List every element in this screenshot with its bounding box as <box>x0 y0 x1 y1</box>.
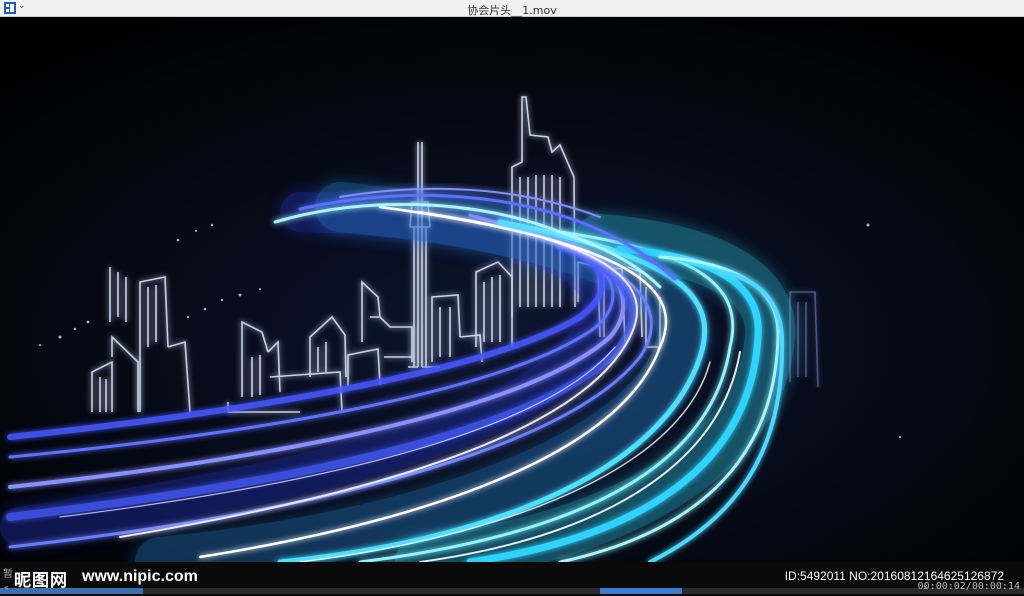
seek-thumb[interactable] <box>600 588 682 594</box>
pause-label: 暂 <box>3 569 13 580</box>
seek-bar[interactable] <box>0 588 1024 594</box>
title-bar: ⌄ 协会片头__1.mov <box>0 0 1024 17</box>
window-title: 协会片头__1.mov <box>467 4 557 17</box>
time-display: 00:00:02/00:00:14 <box>917 581 1020 592</box>
seek-progress <box>0 588 144 594</box>
video-player[interactable] <box>0 17 1024 562</box>
video-scene <box>0 17 1024 562</box>
rewind-button[interactable]: « <box>4 583 9 592</box>
watermark-url: www.nipic.com <box>82 568 198 585</box>
